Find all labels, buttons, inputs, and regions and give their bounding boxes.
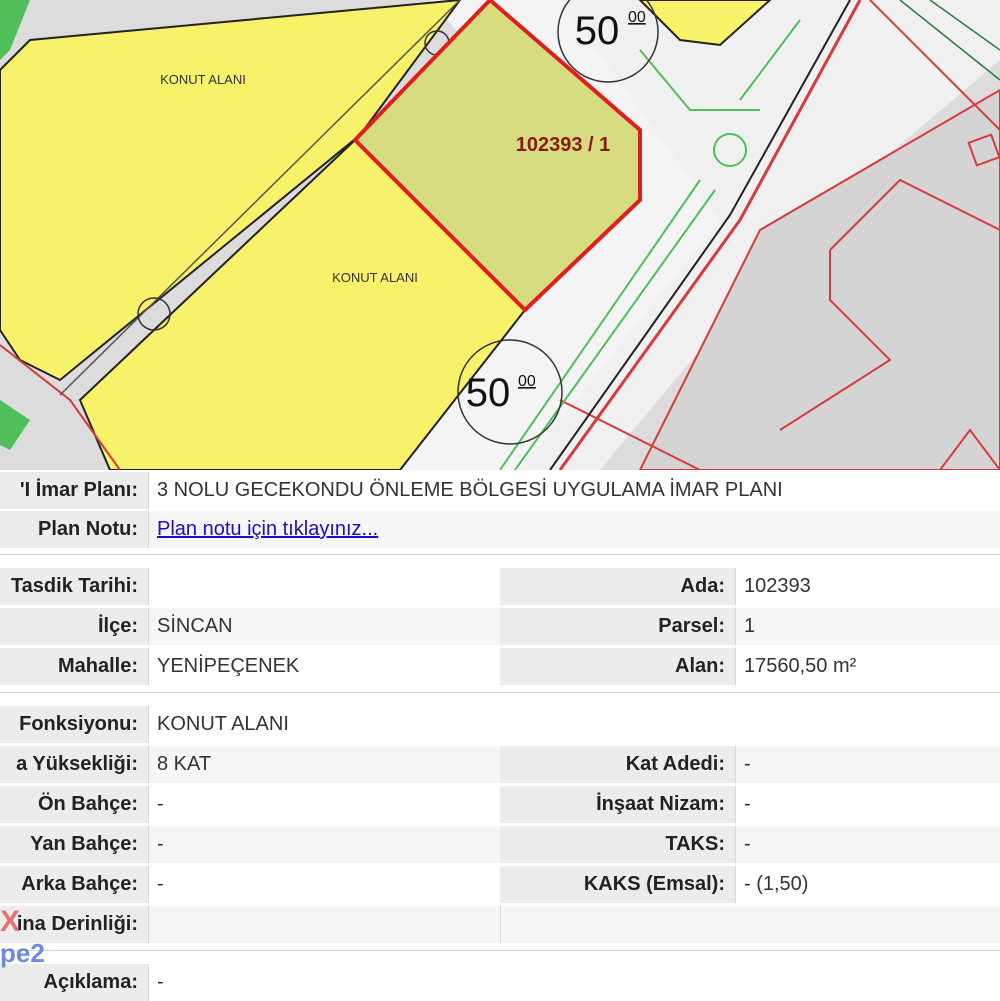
- value-approval-date: [148, 568, 500, 605]
- label-description: Açıklama:: [0, 964, 148, 1001]
- value-side-yard: -: [148, 826, 500, 863]
- value-parcel: 1: [735, 608, 1000, 645]
- value-description: -: [148, 964, 1000, 1001]
- section-divider: [0, 950, 1000, 951]
- row-neighborhood-area: Mahalle: YENİPEÇENEK Alan: 17560,50 m²: [0, 648, 1000, 685]
- value-back-yard: -: [148, 866, 500, 903]
- label-floors: Kat Adedi:: [500, 746, 735, 783]
- row-plan: 'I İmar Planı: 3 NOLU GECEKONDU ÖNLEME B…: [0, 472, 1000, 509]
- section-divider: [0, 692, 1000, 693]
- value-area: 17560,50 m²: [735, 648, 1000, 685]
- value-taks: -: [735, 826, 1000, 863]
- value-front-yard: -: [148, 786, 500, 823]
- row-function: Fonksiyonu: KONUT ALANI: [0, 706, 1000, 743]
- label-side-yard: Yan Bahçe:: [0, 826, 148, 863]
- label-district: İlçe:: [0, 608, 148, 645]
- road-width-top: 50: [575, 9, 620, 53]
- label-function: Fonksiyonu:: [0, 706, 148, 743]
- value-block: 102393: [735, 568, 1000, 605]
- road-width-bottom: 50: [466, 371, 511, 415]
- parcel-label: 102393 / 1: [516, 134, 611, 156]
- value-kaks: - (1,50): [735, 866, 1000, 903]
- label-front-yard: Ön Bahçe:: [0, 786, 148, 823]
- empty-cell: [500, 906, 1000, 943]
- row-front-yard: Ön Bahçe: - İnşaat Nizam: -: [0, 786, 1000, 823]
- watermark-logo-text: pe2: [0, 938, 45, 968]
- label-approval-date: Tasdik Tarihi:: [0, 568, 148, 605]
- label-neighborhood: Mahalle:: [0, 648, 148, 685]
- road-width-top-sup: 00: [628, 9, 646, 26]
- value-floors: -: [735, 746, 1000, 783]
- row-back-yard: Arka Bahçe: - KAKS (Emsal): - (1,50): [0, 866, 1000, 903]
- label-back-yard: Arka Bahçe:: [0, 866, 148, 903]
- row-depth: ina Derinliği:: [0, 906, 1000, 943]
- label-kaks: KAKS (Emsal):: [500, 866, 735, 903]
- value-function: KONUT ALANI: [148, 706, 1000, 743]
- road-width-bottom-sup: 00: [518, 373, 536, 390]
- label-plan-note: Plan Notu:: [0, 511, 148, 548]
- map-canvas: 102393 / 1 50 00 50 00 KONUT ALANI KONUT…: [0, 0, 1000, 470]
- plan-note-link[interactable]: Plan notu için tıklayınız...: [157, 518, 378, 540]
- value-height: 8 KAT: [148, 746, 500, 783]
- label-construction-order: İnşaat Nizam:: [500, 786, 735, 823]
- value-depth: [148, 906, 500, 943]
- zone-label-upper: KONUT ALANI: [160, 72, 246, 87]
- label-taks: TAKS:: [500, 826, 735, 863]
- row-plan-note: Plan Notu: Plan notu için tıklayınız...: [0, 511, 1000, 548]
- watermark-logo: X: [0, 905, 22, 938]
- row-side-yard: Yan Bahçe: - TAKS: -: [0, 826, 1000, 863]
- label-block: Ada:: [500, 568, 735, 605]
- zoning-map[interactable]: 102393 / 1 50 00 50 00 KONUT ALANI KONUT…: [0, 0, 1000, 470]
- row-approval-block: Tasdik Tarihi: Ada: 102393: [0, 568, 1000, 605]
- row-height-floors: a Yüksekliği: 8 KAT Kat Adedi: -: [0, 746, 1000, 783]
- value-plan: 3 NOLU GECEKONDU ÖNLEME BÖLGESİ UYGULAMA…: [148, 472, 1000, 509]
- value-neighborhood: YENİPEÇENEK: [148, 648, 500, 685]
- value-plan-note: Plan notu için tıklayınız...: [148, 511, 1000, 548]
- value-construction-order: -: [735, 786, 1000, 823]
- row-description: Açıklama: -: [0, 964, 1000, 1001]
- value-district: SİNCAN: [148, 608, 500, 645]
- label-area: Alan:: [500, 648, 735, 685]
- label-height: a Yüksekliği:: [0, 746, 148, 783]
- row-district-parcel: İlçe: SİNCAN Parsel: 1: [0, 608, 1000, 645]
- label-plan: 'I İmar Planı:: [0, 472, 148, 509]
- label-parcel: Parsel:: [500, 608, 735, 645]
- zone-label-lower: KONUT ALANI: [332, 270, 418, 285]
- section-divider: [0, 554, 1000, 555]
- parcel-info-panel: 'I İmar Planı: 3 NOLU GECEKONDU ÖNLEME B…: [0, 470, 1000, 1001]
